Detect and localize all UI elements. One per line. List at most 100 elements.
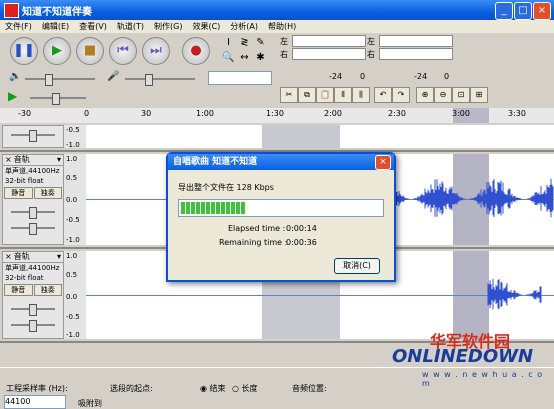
scale-label: 0.0: [66, 293, 78, 301]
selection-tool-icon[interactable]: I: [222, 36, 235, 49]
dialog-close-icon[interactable]: ×: [375, 155, 391, 170]
watermark-logo: 华军软件园 ONLINEDOWN w w w . n e w h u a . c…: [392, 328, 552, 390]
menu-track[interactable]: 轨道(T): [112, 20, 149, 33]
rec-meter-left-label: 左: [367, 37, 375, 46]
mute-button[interactable]: 静音: [4, 187, 33, 199]
fit-project-icon[interactable]: ⊞: [470, 87, 488, 103]
fit-selection-icon[interactable]: ⊡: [452, 87, 470, 103]
scale-label: -1.0: [66, 236, 80, 244]
redo-icon[interactable]: ↷: [392, 87, 410, 103]
ruler-tick: 2:30: [388, 109, 406, 118]
mic-icon: 🎤: [107, 71, 120, 82]
track-info-panel[interactable]: × 音轨 ▾ 单声道,44100Hz 32-bit float 静音 独奏: [2, 251, 64, 339]
amplitude-scale: 1.0 0.5 0.0 -0.5 -1.0: [64, 154, 86, 245]
solo-button[interactable]: 独奏: [33, 187, 62, 199]
track-partial[interactable]: -0.5 -1.0: [0, 123, 554, 152]
menu-generate[interactable]: 制作(G): [149, 20, 187, 33]
mute-button[interactable]: 静音: [4, 284, 33, 296]
rec-meter-min-label: -24: [414, 72, 428, 81]
track-info-panel[interactable]: [2, 125, 64, 148]
menu-view[interactable]: 查看(V): [74, 20, 112, 33]
envelope-tool-icon[interactable]: ≷: [238, 36, 251, 49]
track-pan-slider[interactable]: [11, 320, 55, 332]
ruler-tick: 1:00: [196, 109, 214, 118]
waveform-area[interactable]: [86, 125, 554, 148]
zoom-tool-icon[interactable]: 🔍: [222, 51, 235, 64]
track-menu-chevron-icon[interactable]: ▾: [57, 252, 63, 262]
track-gain-slider[interactable]: [11, 304, 55, 316]
track-pan-slider[interactable]: [11, 223, 55, 235]
track-name[interactable]: 音轨: [14, 155, 30, 164]
paste-icon[interactable]: 📋: [316, 87, 334, 103]
play-meter-right-label: 右: [280, 50, 288, 59]
ruler-tick: 1:30: [266, 109, 284, 118]
radio-empty-icon: ○: [232, 384, 239, 393]
length-radio[interactable]: ○ 长度: [232, 383, 258, 394]
draw-tool-icon[interactable]: ✎: [254, 36, 267, 49]
scale-label: -0.5: [66, 126, 80, 134]
export-dialog: 自唱歌曲 知道不知道 × 导出整个文件在 128 Kbps Elapsed ti…: [166, 152, 396, 282]
play-button[interactable]: ▶: [43, 37, 71, 65]
remaining-time-value: 0:00:36: [286, 238, 317, 247]
progress-block: [181, 202, 185, 214]
track-close-icon[interactable]: ×: [3, 252, 14, 261]
play-meter-max-label: 0: [360, 72, 366, 81]
progress-block: [211, 202, 215, 214]
window-title: 知道不知道伴奏: [22, 7, 92, 18]
project-rate-select[interactable]: 44100: [4, 395, 66, 409]
progress-fill: [181, 202, 246, 214]
watermark-url: w w w . n e w h u a . c o m: [422, 370, 544, 388]
export-message: 导出整个文件在 128 Kbps: [178, 183, 274, 192]
scale-label: 1.0: [66, 155, 78, 163]
close-button[interactable]: ×: [533, 2, 551, 20]
record-button[interactable]: ●: [182, 37, 210, 65]
play-speed-slider[interactable]: [30, 93, 86, 105]
ruler-tick: 0: [84, 109, 90, 118]
menu-help[interactable]: 帮助(H): [263, 20, 301, 33]
track-close-icon[interactable]: ×: [3, 155, 14, 164]
timeline-ruler[interactable]: -30 0 30 1:00 1:30 2:00 2:30 3:00 3:30: [0, 108, 554, 124]
pause-button[interactable]: ❚❚: [10, 37, 38, 65]
stop-button[interactable]: ■: [76, 37, 104, 65]
menu-bar: 文件(F) 编辑(E) 查看(V) 轨道(T) 制作(G) 效果(C) 分析(A) 帮助(H): [0, 20, 554, 33]
menu-edit[interactable]: 编辑(E): [37, 20, 74, 33]
skip-start-button[interactable]: ⏮: [109, 37, 137, 65]
elapsed-time-value: 0:00:14: [286, 224, 317, 233]
trim-icon[interactable]: ⫴: [334, 87, 352, 103]
zoom-in-icon[interactable]: ⊕: [416, 87, 434, 103]
output-volume-slider[interactable]: [25, 74, 95, 86]
multi-tool-icon[interactable]: ✱: [254, 51, 267, 64]
silence-icon[interactable]: ⫼: [352, 87, 370, 103]
toolbar-area: ❚❚ ▶ ■ ⏮ ⏭ ● I ≷ ✎ 🔍 ↔ ✱ 左 右 左 右 🔈 🎤 -24…: [0, 33, 554, 109]
scale-label: -1.0: [66, 141, 80, 149]
scale-label: 0.5: [66, 174, 78, 182]
cancel-button[interactable]: 取消(C): [334, 258, 380, 274]
skip-end-button[interactable]: ⏭: [142, 37, 170, 65]
undo-icon[interactable]: ↶: [374, 87, 392, 103]
track-gain-slider[interactable]: [11, 130, 55, 142]
track-gain-slider[interactable]: [11, 207, 55, 219]
scale-label: 1.0: [66, 252, 78, 260]
track-name[interactable]: 音轨: [14, 252, 30, 261]
end-radio[interactable]: ◉ 结束: [200, 383, 226, 394]
radio-dot-icon: ◉: [200, 384, 207, 393]
solo-button[interactable]: 独奏: [33, 284, 62, 296]
timeshift-tool-icon[interactable]: ↔: [238, 51, 251, 64]
input-volume-slider[interactable]: [125, 74, 195, 86]
minimize-button[interactable]: _: [495, 2, 513, 20]
track-format: 32-bit float: [5, 274, 44, 282]
track-info-panel[interactable]: × 音轨 ▾ 单声道,44100Hz 32-bit float 静音 独奏: [2, 154, 64, 245]
menu-analyze[interactable]: 分析(A): [225, 20, 263, 33]
zoom-out-icon[interactable]: ⊖: [434, 87, 452, 103]
play-at-speed-icon[interactable]: ▶: [8, 89, 17, 103]
progress-block: [191, 202, 195, 214]
cut-icon[interactable]: ✂: [280, 87, 298, 103]
maximize-button[interactable]: □: [514, 2, 532, 20]
project-rate-label: 工程采样率 (Hz):: [6, 384, 68, 393]
input-source-select[interactable]: [208, 71, 272, 85]
track-menu-chevron-icon[interactable]: ▾: [57, 155, 63, 165]
copy-icon[interactable]: ⧉: [298, 87, 316, 103]
menu-effect[interactable]: 效果(C): [187, 20, 225, 33]
menu-file[interactable]: 文件(F): [0, 20, 37, 33]
progress-block: [241, 202, 245, 214]
